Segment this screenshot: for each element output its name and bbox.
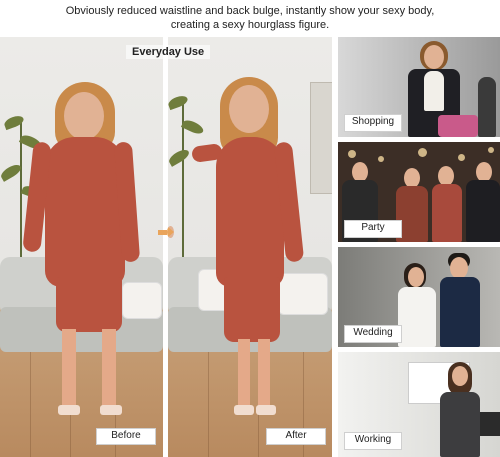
occasion-label-working: Working xyxy=(344,432,402,450)
occasion-label-shopping: Shopping xyxy=(344,114,402,132)
before-photo xyxy=(0,37,163,457)
headline: Obviously reduced waistline and back bul… xyxy=(0,4,500,32)
occasion-label-wedding: Wedding xyxy=(344,325,402,343)
occasion-label-party: Party xyxy=(344,220,402,238)
comparison-title: Everyday Use xyxy=(126,45,211,59)
after-label: After xyxy=(266,428,326,445)
before-label: Before xyxy=(96,428,156,445)
after-photo xyxy=(168,37,332,457)
headline-line-2: creating a sexy hourglass figure. xyxy=(170,19,330,31)
headline-line-1: Obviously reduced waistline and back bul… xyxy=(65,5,435,17)
right-arrow-icon xyxy=(158,226,174,238)
